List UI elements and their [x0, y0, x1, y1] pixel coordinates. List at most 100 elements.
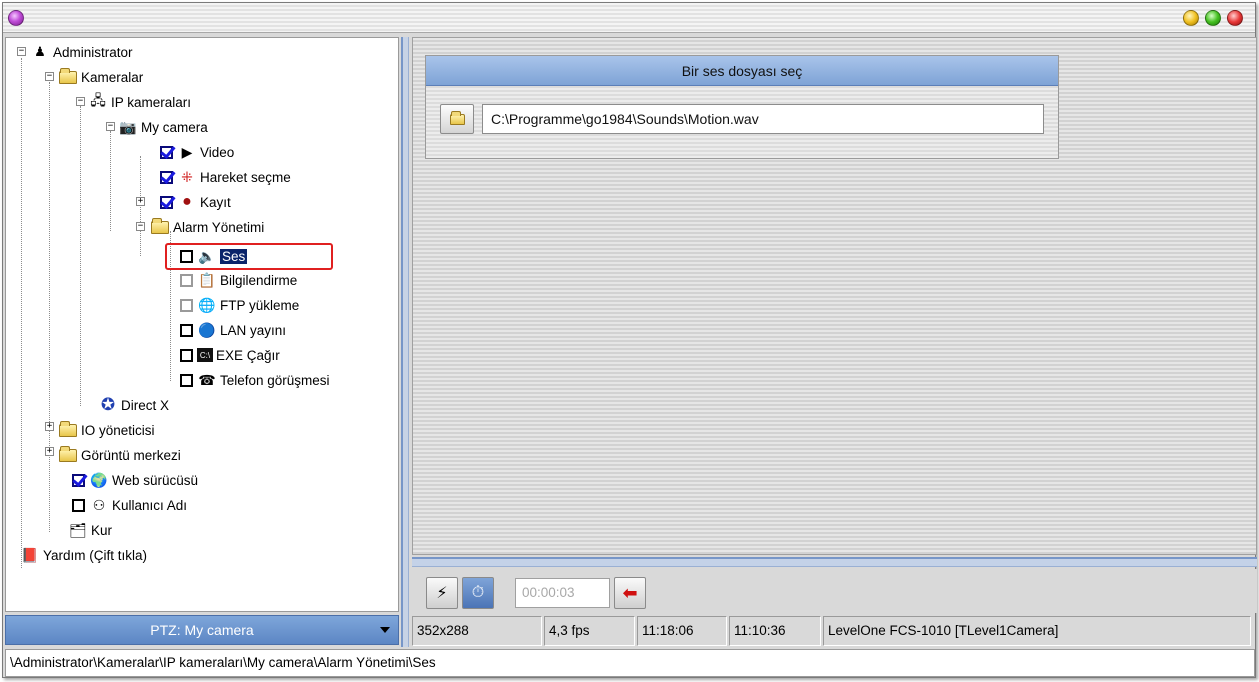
minimize-button[interactable]	[1183, 10, 1199, 26]
tree-item-io-manager[interactable]: IO yöneticisi	[58, 419, 155, 441]
globe-icon: 🌍	[90, 471, 108, 488]
folder-open-icon	[58, 67, 78, 86]
phone-icon: ☎	[198, 371, 216, 388]
directx-icon: ✪	[100, 395, 116, 414]
apply-arrow-button[interactable]: ⬅	[614, 577, 646, 609]
tree-connector	[80, 106, 81, 406]
tree-item-ftp[interactable]: 🌐 FTP yükleme	[180, 294, 299, 316]
tree-item-label: IO yöneticisi	[81, 422, 155, 438]
exe-icon: C:\	[197, 348, 213, 362]
tree-item-label: Kayıt	[200, 194, 231, 210]
panel-splitter[interactable]	[401, 37, 409, 647]
tree-item-label: Kameralar	[81, 69, 144, 85]
navigation-tree: − − − − + − + + ♟ Administrator Kamerala…	[5, 37, 399, 612]
tree-item-label: Görüntü merkezi	[81, 447, 181, 463]
tree-item-administrator[interactable]: ♟ Administrator	[30, 41, 132, 63]
ftp-icon: 🌐	[198, 296, 216, 313]
status-resolution: 352x288	[412, 616, 542, 646]
tree-item-notification[interactable]: 📋 Bilgilendirme	[180, 269, 297, 291]
tree-item-label: EXE Çağır	[216, 347, 280, 363]
tree-item-label: My camera	[141, 119, 208, 135]
arrow-left-icon: ⬅	[622, 582, 638, 603]
tree-connector	[21, 58, 22, 568]
collapse-toggle[interactable]: −	[17, 47, 26, 56]
motion-checkbox[interactable]	[160, 170, 173, 184]
maximize-button[interactable]	[1205, 10, 1221, 26]
tree-item-label: Bilgilendirme	[220, 272, 298, 288]
breadcrumb-path: \Administrator\Kameralar\IP kameraları\M…	[5, 649, 1255, 677]
tree-connector	[110, 131, 111, 231]
ptz-label: PTZ: My camera	[150, 622, 254, 638]
collapse-toggle[interactable]: −	[106, 122, 115, 131]
exe-checkbox[interactable]	[180, 348, 193, 362]
phone-checkbox[interactable]	[180, 373, 193, 387]
tree-item-label: Alarm Yönetimi	[173, 219, 265, 235]
timer-button[interactable]: ⏱	[462, 577, 494, 609]
group-title: Bir ses dosyası seç	[426, 56, 1058, 86]
tree-item-web-driver[interactable]: 🌍 Web sürücüsü	[72, 469, 198, 491]
expand-toggle[interactable]: +	[45, 422, 54, 431]
browse-file-button[interactable]	[440, 104, 474, 134]
folder-icon	[58, 420, 78, 439]
chevron-down-icon	[380, 627, 390, 633]
tree-item-motion[interactable]: ⁜ Hareket seçme	[160, 166, 291, 188]
tree-item-label: Telefon görüşmesi	[220, 372, 330, 388]
app-menu-orb-icon[interactable]	[8, 10, 24, 26]
tree-item-label: Kur	[91, 522, 113, 538]
lan-checkbox[interactable]	[180, 323, 193, 337]
ftp-checkbox[interactable]	[180, 298, 193, 312]
video-checkbox[interactable]	[160, 145, 173, 159]
ip-camera-icon: 🖧	[90, 92, 106, 108]
selection-highlight-box	[165, 243, 333, 270]
tree-item-lan[interactable]: 🔵 LAN yayını	[180, 319, 286, 341]
tree-item-label: IP kameraları	[111, 94, 192, 110]
bottom-toolbar: ⚡ ⏱ 00:00:03 ⬅	[412, 569, 1257, 613]
tree-connector	[140, 156, 141, 256]
tree-item-username[interactable]: ⚇ Kullanıcı Adı	[72, 494, 187, 516]
tree-item-image-center[interactable]: Görüntü merkezi	[58, 444, 181, 466]
sound-file-path-field[interactable]: C:\Programme\go1984\Sounds\Motion.wav	[482, 104, 1044, 134]
tree-item-label: FTP yükleme	[220, 297, 300, 313]
tree-item-kameralar[interactable]: Kameralar	[58, 66, 143, 88]
status-time-current: 11:18:06	[637, 616, 727, 646]
tree-item-record[interactable]: ● Kayıt	[160, 191, 231, 213]
motion-icon: ⁜	[181, 168, 193, 185]
setup-icon: 🗂	[69, 521, 87, 538]
ptz-camera-select[interactable]: PTZ: My camera	[5, 615, 399, 645]
record-checkbox[interactable]	[160, 195, 173, 209]
help-book-icon: 📕	[21, 546, 39, 563]
tree-item-alarm-management[interactable]: Alarm Yönetimi	[150, 216, 264, 238]
title-bar	[3, 3, 1255, 33]
folder-icon	[449, 110, 465, 125]
tree-item-label: Hareket seçme	[200, 169, 291, 185]
expand-toggle[interactable]: +	[136, 197, 145, 206]
notification-checkbox[interactable]	[180, 273, 193, 287]
collapse-toggle[interactable]: −	[45, 72, 54, 81]
tree-item-directx[interactable]: ✪ Direct X	[98, 394, 169, 416]
tree-item-phone[interactable]: ☎ Telefon görüşmesi	[180, 369, 330, 391]
username-checkbox[interactable]	[72, 498, 85, 512]
tree-item-help[interactable]: 📕 Yardım (Çift tıkla)	[20, 544, 147, 566]
duration-field[interactable]: 00:00:03	[515, 578, 610, 608]
tree-item-label: Yardım (Çift tıkla)	[43, 547, 148, 563]
tree-item-setup[interactable]: 🗂 Kur	[68, 519, 112, 541]
horizontal-splitter[interactable]	[412, 557, 1257, 567]
app-window: − − − − + − + + ♟ Administrator Kamerala…	[2, 2, 1257, 678]
camera-icon: 📷	[119, 118, 137, 135]
tree-item-label: Direct X	[121, 397, 170, 413]
tree-item-exe[interactable]: C:\ EXE Çağır	[180, 344, 280, 366]
expand-toggle[interactable]: +	[45, 447, 54, 456]
tree-item-label: LAN yayını	[220, 322, 287, 338]
folder-icon	[58, 445, 78, 464]
collapse-toggle[interactable]: −	[76, 97, 85, 106]
tree-item-video[interactable]: ▶ Video	[160, 141, 234, 163]
record-icon: ●	[182, 193, 192, 210]
folder-open-icon	[150, 217, 170, 236]
status-bar: 352x288 4,3 fps 11:18:06 11:10:36 LevelO…	[412, 616, 1257, 646]
tree-item-my-camera[interactable]: 📷 My camera	[118, 116, 208, 138]
close-button[interactable]	[1227, 10, 1243, 26]
web-driver-checkbox[interactable]	[72, 473, 85, 487]
collapse-toggle[interactable]: −	[136, 222, 145, 231]
tree-item-ip-cameras[interactable]: 🖧 IP kameraları	[88, 91, 191, 113]
alarm-trigger-button[interactable]: ⚡	[426, 577, 458, 609]
